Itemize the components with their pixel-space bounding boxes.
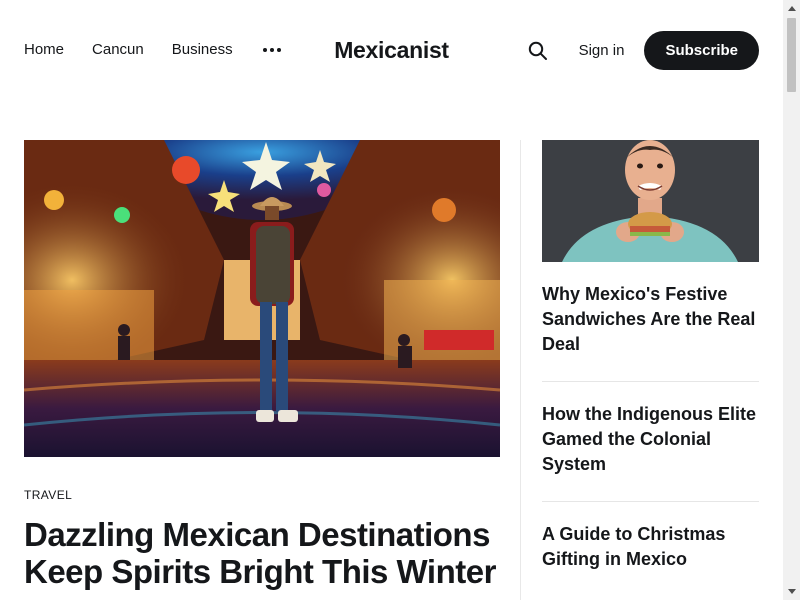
site-header: Home Cancun Business Mexicanist Sign in … [0,0,783,100]
featured-tag[interactable]: TRAVEL [24,488,72,502]
scrollbar-thumb[interactable] [787,18,796,92]
header-actions: Sign in Subscribe [527,31,759,70]
scroll-up-arrow-icon[interactable] [783,0,800,17]
sidebar-item-title[interactable]: How the Indigenous Elite Gamed the Colon… [542,382,759,501]
vertical-scrollbar[interactable] [783,0,800,600]
sidebar-item-image[interactable] [542,140,759,262]
sidebar-item[interactable]: Why Mexico's Festive Sandwiches Are the … [542,262,759,382]
sidebar-item[interactable]: How the Indigenous Elite Gamed the Colon… [542,382,759,502]
column-divider [520,140,521,600]
sidebar-item-title[interactable]: Why Mexico's Festive Sandwiches Are the … [542,262,759,381]
site-logo-text[interactable]: Mexicanist [334,35,449,65]
scroll-down-arrow-icon[interactable] [783,583,800,600]
featured-image[interactable] [24,140,500,457]
page: Home Cancun Business Mexicanist Sign in … [0,0,783,600]
featured-title[interactable]: Dazzling Mexican Destinations Keep Spiri… [24,516,504,590]
subscribe-button[interactable]: Subscribe [644,31,759,70]
sidebar-item[interactable]: A Guide to Christmas Gifting in Mexico [542,502,759,572]
signin-link[interactable]: Sign in [579,42,625,59]
sidebar-item-title[interactable]: A Guide to Christmas Gifting in Mexico [542,502,759,572]
sidebar-feed: Why Mexico's Festive Sandwiches Are the … [542,140,759,572]
search-icon[interactable] [527,40,549,62]
